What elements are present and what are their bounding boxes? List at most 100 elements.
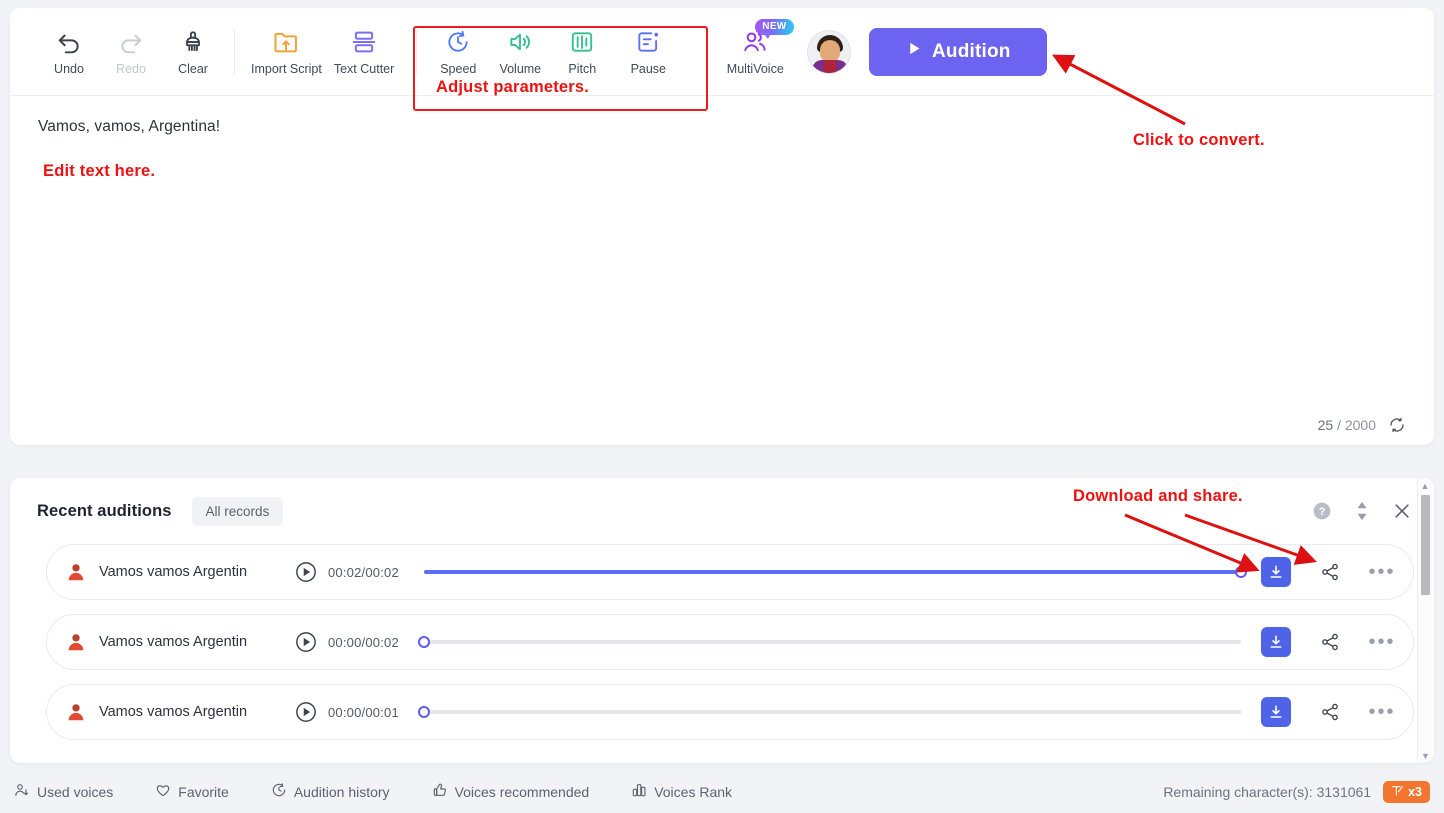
volume-button[interactable]: Volume — [489, 27, 551, 76]
import-script-label: Import Script — [251, 62, 322, 76]
multiplier-label: x3 — [1408, 784, 1422, 799]
avatar[interactable] — [807, 29, 852, 74]
download-button[interactable] — [1261, 627, 1291, 657]
bottom-item-voices-recommended[interactable]: Voices recommended — [432, 782, 590, 801]
table-row[interactable]: Vamos vamos Argentin 00:02/00:02 ••• — [46, 544, 1414, 600]
help-icon[interactable]: ? — [1312, 501, 1332, 521]
bottom-item-favorite[interactable]: Favorite — [155, 782, 229, 801]
undo-button[interactable]: Undo — [38, 27, 100, 76]
more-options-button[interactable]: ••• — [1365, 631, 1399, 654]
counter-max: 2000 — [1344, 417, 1376, 433]
bottom-item-audition-history[interactable]: Audition history — [271, 782, 390, 801]
row-time: 00:00/00:01 — [328, 704, 399, 720]
pause-label: Pause — [630, 62, 667, 76]
share-button[interactable] — [1313, 632, 1347, 652]
toolbar-divider-1 — [234, 29, 235, 74]
undo-icon — [56, 27, 82, 57]
coupon-icon — [1391, 784, 1404, 800]
heart-icon — [155, 782, 171, 801]
parameters-group: Speed Volume Pitch Pause — [427, 27, 683, 76]
play-button[interactable] — [295, 701, 317, 723]
volume-label: Volume — [499, 62, 542, 76]
close-icon[interactable] — [1392, 501, 1412, 521]
play-icon — [906, 40, 923, 63]
pitch-sliders-icon — [569, 27, 595, 57]
row-time: 00:00/00:02 — [328, 634, 399, 650]
redo-button[interactable]: Redo — [100, 27, 162, 76]
progress-knob — [418, 706, 430, 718]
audition-button[interactable]: Audition — [869, 27, 1048, 76]
bottom-item-label: Favorite — [178, 783, 229, 800]
new-badge: NEW — [755, 19, 794, 39]
progress-track[interactable] — [424, 566, 1247, 578]
text-cutter-label: Text Cutter — [333, 62, 395, 76]
row-avatar-icon — [65, 701, 87, 723]
multivoice-button[interactable]: NEW MultiVoice — [717, 19, 794, 76]
bottom-item-used-voices[interactable]: Used voices — [14, 782, 113, 801]
progress-track[interactable] — [418, 636, 1241, 648]
thumbs-up-icon — [432, 782, 448, 801]
remaining-characters: Remaining character(s): 3131061 — [1163, 783, 1372, 800]
used-voices-icon — [14, 782, 30, 801]
redo-label: Redo — [116, 62, 146, 76]
speed-button[interactable]: Speed — [427, 27, 489, 76]
row-avatar-icon — [65, 631, 87, 653]
pause-button[interactable]: Pause — [613, 27, 683, 76]
speed-label: Speed — [440, 62, 477, 76]
play-button[interactable] — [295, 561, 317, 583]
more-options-button[interactable]: ••• — [1365, 701, 1399, 724]
progress-knob — [418, 636, 430, 648]
bottom-bar: Used voices Favorite Audition history Vo… — [0, 770, 1444, 813]
toolbar-divider-2 — [416, 29, 418, 74]
text-cutter-button[interactable]: Text Cutter — [328, 27, 400, 76]
annotation-download-and-share: Download and share. — [1073, 487, 1243, 505]
scroll-down-arrow[interactable]: ▼ — [1418, 748, 1433, 763]
progress-fill — [424, 570, 1241, 574]
counter-sep: / — [1337, 417, 1341, 433]
bottom-item-voices-rank[interactable]: Voices Rank — [631, 782, 732, 801]
sort-updown-icon[interactable] — [1354, 501, 1370, 521]
download-button[interactable] — [1261, 557, 1291, 587]
character-counter: 25 / 2000 — [1318, 416, 1406, 434]
scroll-up-arrow[interactable]: ▲ — [1418, 478, 1432, 493]
all-records-chip[interactable]: All records — [191, 496, 284, 526]
row-title: Vamos vamos Argentin — [99, 564, 248, 580]
share-button[interactable] — [1313, 562, 1347, 582]
pitch-label: Pitch — [568, 62, 597, 76]
table-row[interactable]: Vamos vamos Argentin 00:00/00:02 ••• — [46, 614, 1414, 670]
toolbar: Undo Redo Clear Import Script Text Cutte… — [10, 8, 1434, 96]
bottom-item-label: Voices Rank — [654, 783, 733, 800]
clear-label: Clear — [178, 62, 208, 76]
clear-brush-icon — [180, 27, 206, 57]
audition-label: Audition — [931, 40, 1011, 62]
history-clock-icon — [271, 782, 287, 801]
speed-clock-icon — [445, 27, 471, 57]
recent-auditions-panel: Recent auditions All records ? Vamos vam… — [10, 478, 1434, 763]
volume-speaker-icon — [507, 27, 533, 57]
counter-text: 25 / 2000 — [1318, 417, 1376, 433]
multiplier-badge[interactable]: x3 — [1383, 780, 1430, 803]
refresh-icon[interactable] — [1388, 416, 1406, 434]
annotation-adjust-parameters: Adjust parameters. — [436, 78, 590, 96]
editor-card: Undo Redo Clear Import Script Text Cutte… — [10, 8, 1434, 445]
row-avatar-icon — [65, 561, 87, 583]
import-script-button[interactable]: Import Script — [245, 27, 328, 76]
annotation-click-to-convert: Click to convert. — [1133, 131, 1265, 149]
download-button[interactable] — [1261, 697, 1291, 727]
row-time: 00:02/00:02 — [328, 564, 399, 580]
bottom-bar-right: Remaining character(s): 3131061 x3 — [1163, 780, 1430, 803]
pitch-button[interactable]: Pitch — [551, 27, 613, 76]
share-button[interactable] — [1313, 702, 1347, 722]
panel-scrollbar[interactable]: ▲ ▼ — [1417, 478, 1432, 763]
scrollbar-thumb[interactable] — [1421, 495, 1430, 595]
bottom-item-label: Audition history — [293, 783, 390, 800]
bottom-item-label: Used voices — [37, 783, 114, 800]
play-button[interactable] — [295, 631, 317, 653]
bottom-item-label: Voices recommended — [454, 783, 590, 800]
progress-track[interactable] — [418, 706, 1241, 718]
clear-button[interactable]: Clear — [162, 27, 224, 76]
pause-card-icon — [635, 27, 661, 57]
annotation-edit-text: Edit text here. — [43, 162, 156, 180]
table-row[interactable]: Vamos vamos Argentin 00:00/00:01 ••• — [46, 684, 1414, 740]
more-options-button[interactable]: ••• — [1365, 561, 1399, 584]
